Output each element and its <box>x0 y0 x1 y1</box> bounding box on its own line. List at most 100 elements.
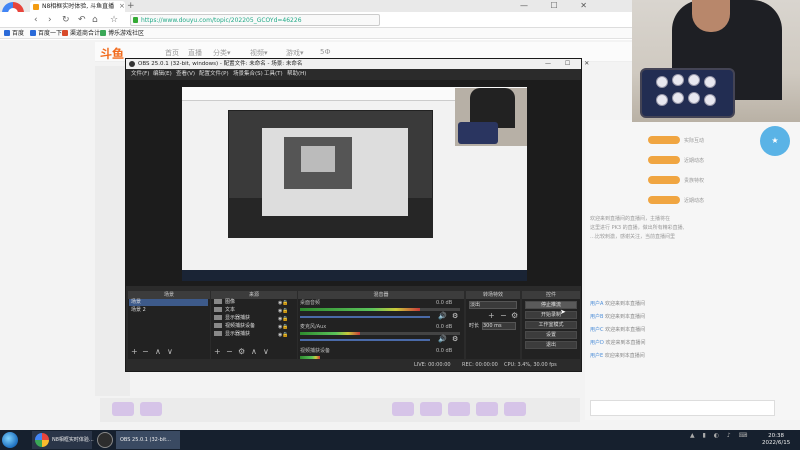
volume-slider[interactable] <box>300 316 430 318</box>
audio-meter <box>300 332 360 335</box>
site-logo[interactable]: 斗鱼 <box>100 45 124 62</box>
gift-icon[interactable] <box>420 402 442 416</box>
gift-badge[interactable] <box>648 136 680 144</box>
gift-badge[interactable] <box>648 156 680 164</box>
gift-badge[interactable] <box>648 196 680 204</box>
arcade-button <box>688 92 700 104</box>
mixer-gear-icon[interactable]: ⚙ <box>452 312 458 320</box>
browser-app-icon <box>35 433 49 447</box>
move-scene-up-button[interactable]: ∧ <box>155 347 161 356</box>
source-item[interactable]: 文本 <box>214 307 235 314</box>
address-bar[interactable]: https://www.douyu.com/topic/202205_GCOYd… <box>130 14 380 26</box>
bookmark-star-icon[interactable]: ☆ <box>110 14 118 26</box>
studio-mode-button[interactable]: 工作室模式 <box>525 321 577 329</box>
transition-select[interactable]: 淡出 <box>469 301 517 309</box>
taskbar-item-obs[interactable]: OBS 25.0.1 (32-bit... <box>116 431 180 449</box>
taskbar-clock[interactable]: 20:38 2022/6/15 <box>762 433 790 447</box>
audio-meter <box>300 356 320 359</box>
source-item[interactable]: 显示器捕获 <box>214 315 250 322</box>
system-tray-icons[interactable]: ▲ ▮ ◐ ♪ ⌨ <box>690 432 750 439</box>
promo-badge-icon[interactable]: ★ <box>760 126 790 156</box>
duration-input[interactable]: 300 ms <box>482 322 516 330</box>
menu-scene-collection[interactable]: 场景集合(S) <box>233 69 263 79</box>
start-button-icon[interactable] <box>2 432 18 448</box>
arcade-button <box>704 94 716 106</box>
obs-window-controls[interactable]: — ☐ ✕ <box>545 59 595 69</box>
menu-view[interactable]: 查看(V) <box>176 69 195 79</box>
arcade-button <box>672 92 684 104</box>
home-icon[interactable]: ⌂ <box>92 14 98 26</box>
settings-button[interactable]: 设置 <box>525 331 577 339</box>
reload-icon[interactable]: ↻ <box>62 14 70 26</box>
transition-gear-icon[interactable]: ⚙ <box>511 311 518 320</box>
gift-icon[interactable] <box>476 402 498 416</box>
add-scene-button[interactable]: + <box>131 347 138 356</box>
chat-input[interactable] <box>590 400 775 416</box>
remove-transition-button[interactable]: − <box>500 311 507 320</box>
gift-icon[interactable] <box>140 402 162 416</box>
source-item[interactable]: 显示器捕获 <box>214 331 250 338</box>
back-icon[interactable]: ‹ <box>34 14 38 26</box>
gift-icon[interactable] <box>392 402 414 416</box>
move-source-up-button[interactable]: ∧ <box>251 347 257 356</box>
browser-tab-active[interactable]: N8相框实时体验, 斗鱼直播 <box>30 1 125 12</box>
site-nav-item[interactable]: 首页 <box>165 48 179 58</box>
move-scene-down-button[interactable]: ∨ <box>167 347 173 356</box>
mixer-gear-icon[interactable]: ⚙ <box>452 335 458 343</box>
undo-icon[interactable]: ↶ <box>78 14 86 26</box>
bookmark-item[interactable]: 博乐游戏社区 <box>100 28 144 39</box>
source-item[interactable]: 图像 <box>214 299 235 306</box>
gift-icon[interactable] <box>504 402 526 416</box>
site-nav-item[interactable]: 直播 <box>188 48 202 58</box>
bookmark-item[interactable]: 百度 <box>4 28 24 39</box>
start-recording-button[interactable]: 开始录制 <box>525 311 577 319</box>
bookmark-item[interactable]: 渠道商合计 <box>62 28 100 39</box>
add-source-button[interactable]: + <box>214 347 221 356</box>
chat-message: 用户C 欢迎来到本直播间 <box>590 327 646 333</box>
site-nav-item[interactable]: 分类▾ <box>213 48 231 58</box>
site-nav-item[interactable]: 游戏▾ <box>286 48 304 58</box>
menu-file[interactable]: 文件(F) <box>131 69 149 79</box>
bookmark-favicon-icon <box>100 30 106 36</box>
obs-titlebar[interactable]: OBS 25.0.1 (32-bit, windows) - 配置文件: 未命名… <box>126 59 581 69</box>
chat-message: 用户D 欢迎来到本直播间 <box>590 340 646 346</box>
site-nav-item[interactable]: 5Ф <box>320 48 330 56</box>
rec-status: REC: 00:00:00 <box>462 362 498 368</box>
menu-edit[interactable]: 编辑(E) <box>153 69 172 79</box>
site-nav-item[interactable]: 视频▾ <box>250 48 268 58</box>
bookmark-favicon-icon <box>4 30 10 36</box>
new-tab-button[interactable]: + <box>127 1 135 12</box>
gift-icon[interactable] <box>112 402 134 416</box>
dock-header-transitions: 转场特效 <box>466 291 520 299</box>
remove-scene-button[interactable]: − <box>142 347 149 356</box>
tab-close-icon[interactable]: × <box>119 1 125 12</box>
stop-streaming-button[interactable]: 停止推流 <box>525 301 577 309</box>
browser-window-controls[interactable]: — ☐ ✕ <box>520 1 597 10</box>
arcade-button <box>688 74 700 86</box>
remove-source-button[interactable]: − <box>226 347 233 356</box>
gift-icon[interactable] <box>448 402 470 416</box>
menu-tools[interactable]: 工具(T) <box>264 69 283 79</box>
source-properties-gear-icon[interactable]: ⚙ <box>238 347 245 356</box>
chat-message: 用户A 欢迎来到本直播间 <box>590 301 646 307</box>
source-visibility-icons[interactable]: ◉🔒 ◉🔒 ◉🔒 ◉🔒 ◉🔒 <box>278 299 294 339</box>
speaker-icon[interactable]: 🔊 <box>438 312 447 320</box>
volume-slider[interactable] <box>300 339 430 341</box>
taskbar-item-browser[interactable]: N8相框实时体验... <box>32 431 94 449</box>
dock-header-scenes: 场景 <box>128 291 210 299</box>
menu-help[interactable]: 帮助(H) <box>287 69 306 79</box>
gift-badge[interactable] <box>648 176 680 184</box>
add-transition-button[interactable]: + <box>488 311 495 320</box>
mixer-channel-level: 0.0 dB <box>436 300 453 306</box>
obs-app-icon[interactable] <box>97 432 113 448</box>
move-source-down-button[interactable]: ∨ <box>263 347 269 356</box>
exit-button[interactable]: 退出 <box>525 341 577 349</box>
scene-item[interactable]: 场景 2 <box>131 307 146 314</box>
source-item[interactable]: 视频捕获设备 <box>214 323 255 330</box>
bookmark-item[interactable]: 百度一下 <box>30 28 62 39</box>
menu-profile[interactable]: 配置文件(P) <box>199 69 229 79</box>
scene-item[interactable]: 场景 <box>131 299 141 306</box>
speaker-icon[interactable]: 🔊 <box>438 335 447 343</box>
obs-title-text: OBS 25.0.1 (32-bit, windows) - 配置文件: 未命名… <box>138 61 303 67</box>
forward-icon[interactable]: › <box>48 14 52 26</box>
